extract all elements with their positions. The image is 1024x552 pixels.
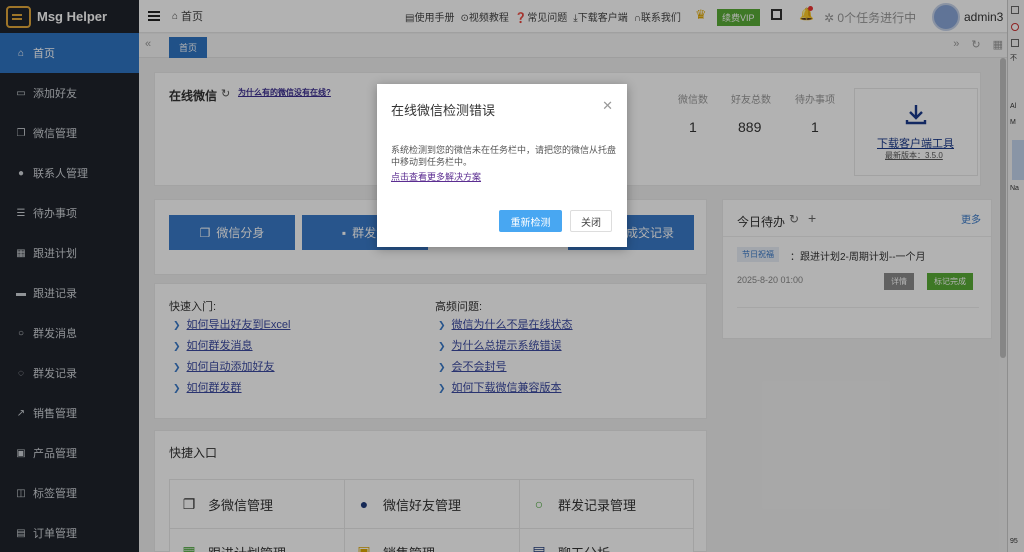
close-icon[interactable]: ✕ xyxy=(602,98,613,114)
more-solutions-link[interactable]: 点击查看更多解决方案 xyxy=(391,170,481,183)
error-dialog: 在线微信检测错误 ✕ 系统检测到您的微信未在任务栏中，请把您的微信从托盘中移动到… xyxy=(377,84,627,247)
dialog-message: 系统检测到您的微信未在任务栏中，请把您的微信从托盘中移动到任务栏中。 xyxy=(391,145,617,167)
dialog-title: 在线微信检测错误 xyxy=(391,103,496,118)
close-button[interactable]: 关闭 xyxy=(570,210,612,232)
recheck-button[interactable]: 重新检测 xyxy=(499,210,562,232)
modal-overlay[interactable] xyxy=(0,0,1024,552)
